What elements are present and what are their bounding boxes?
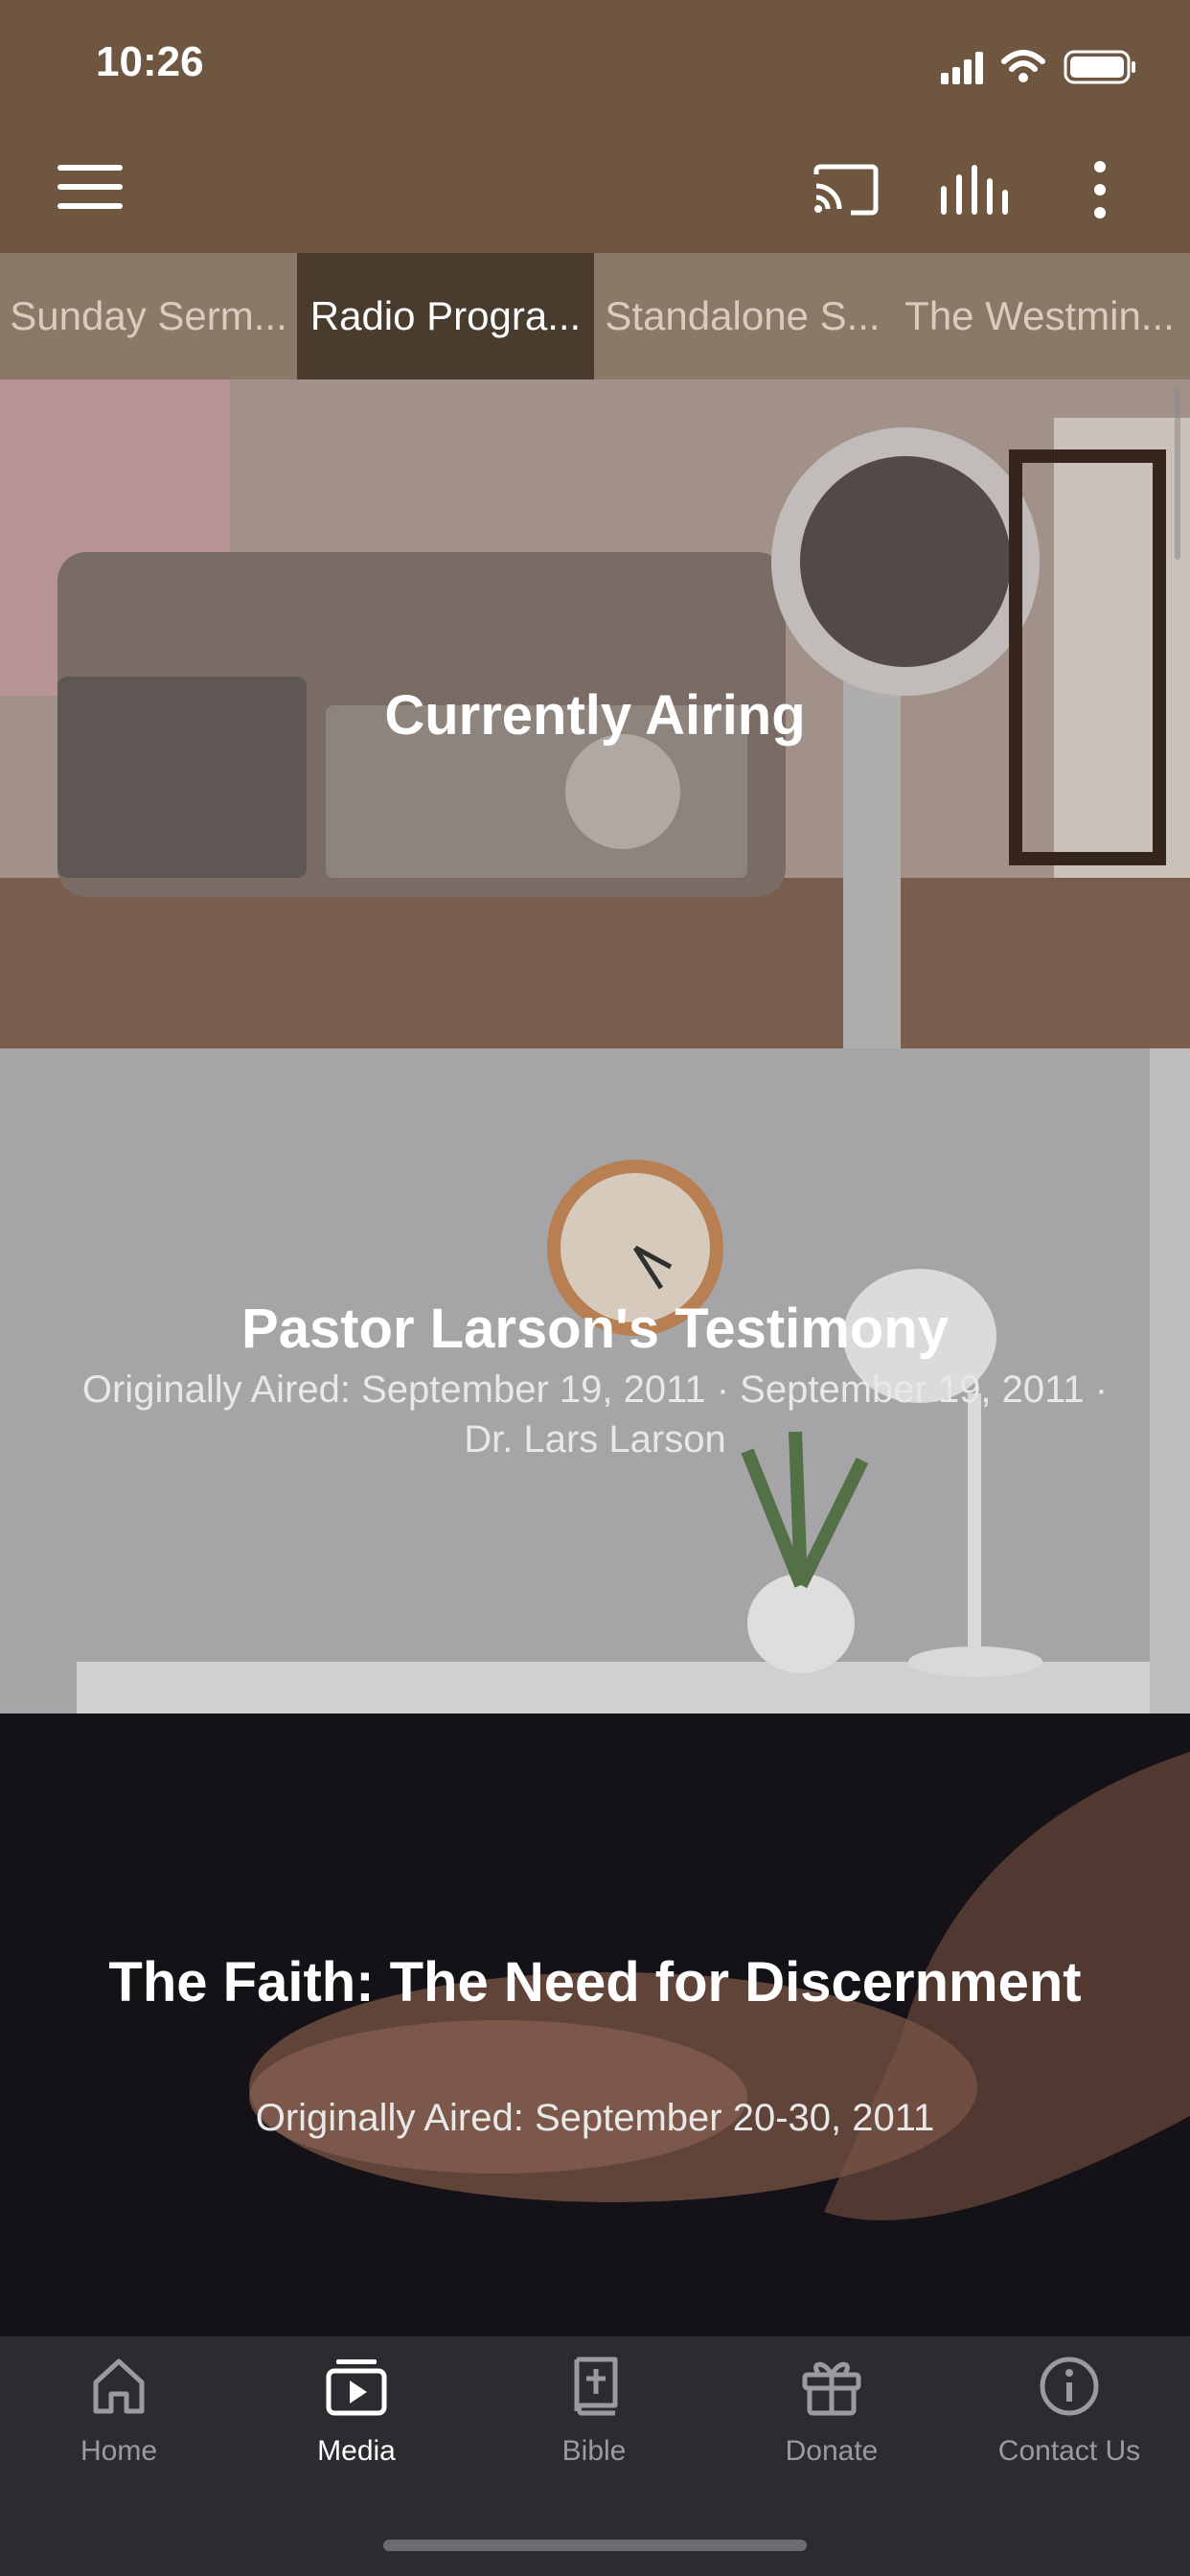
card-title: Pastor Larson's Testimony xyxy=(241,1298,949,1360)
nav-label: Home xyxy=(80,2435,158,2467)
status-time: 10:26 xyxy=(96,38,204,85)
media-card-currently-airing[interactable]: Currently Airing xyxy=(0,380,1190,1048)
nav-media[interactable]: Media xyxy=(238,2356,475,2468)
media-card-the-faith-discernment[interactable]: The Faith: The Need for Discernment Orig… xyxy=(0,1714,1190,2336)
card-title: The Faith: The Need for Discernment xyxy=(108,1951,1082,2013)
signal-wifi-battery-icon xyxy=(941,50,1135,84)
more-vertical-icon[interactable] xyxy=(1083,159,1117,220)
card-subtitle: Originally Aired: September 20-30, 2011 xyxy=(255,2097,935,2139)
nav-bible[interactable]: Bible xyxy=(475,2356,713,2468)
nav-contact-us[interactable]: Contact Us xyxy=(950,2356,1188,2468)
tab-westminster[interactable]: The Westmin... xyxy=(891,253,1188,380)
card-title: Currently Airing xyxy=(384,684,806,747)
cast-icon[interactable] xyxy=(812,163,880,217)
category-tabs: Sunday Serm... Radio Progra... Standalon… xyxy=(0,253,1190,380)
media-card-pastor-larson-testimony[interactable]: Pastor Larson's Testimony Originally Air… xyxy=(0,1048,1190,1714)
home-indicator xyxy=(383,2540,807,2551)
tab-radio-programs[interactable]: Radio Progra... xyxy=(297,253,594,380)
media-play-icon xyxy=(326,2359,387,2416)
gift-icon xyxy=(802,2361,861,2416)
nav-label: Bible xyxy=(561,2435,627,2467)
info-icon xyxy=(1040,2357,1099,2416)
hamburger-menu-icon[interactable] xyxy=(57,165,123,213)
nav-home[interactable]: Home xyxy=(0,2356,238,2468)
bible-icon xyxy=(574,2357,618,2416)
tab-standalone-sermons[interactable]: Standalone S... xyxy=(594,253,891,380)
cupped-hands-image xyxy=(0,1714,1190,2336)
nav-label: Contact Us xyxy=(997,2435,1141,2467)
tab-sunday-sermons[interactable]: Sunday Serm... xyxy=(0,253,297,380)
card-subtitle: Originally Aired: September 19, 2011 · S… xyxy=(81,1368,1109,1460)
equalizer-icon[interactable] xyxy=(939,163,1008,217)
home-icon xyxy=(93,2358,145,2414)
nav-label: Media xyxy=(317,2435,396,2467)
app-header: 10:26 xyxy=(0,0,1190,253)
nav-label: Donate xyxy=(785,2435,879,2467)
nav-donate[interactable]: Donate xyxy=(713,2356,950,2468)
status-icons xyxy=(941,46,1190,86)
scrollbar[interactable] xyxy=(1175,387,1180,560)
